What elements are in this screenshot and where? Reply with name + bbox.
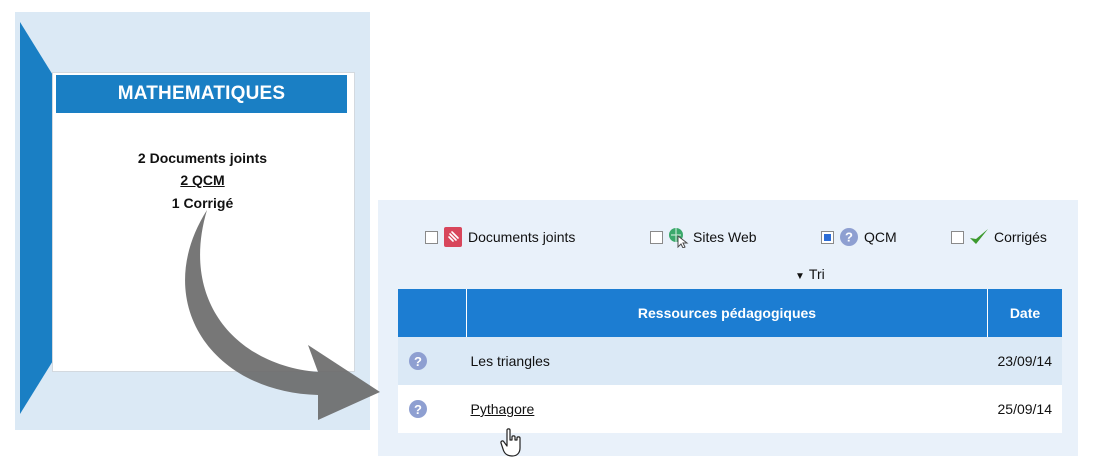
table-row[interactable]: ? Pythagore 25/09/14	[398, 385, 1062, 433]
attachment-icon	[442, 226, 464, 248]
sort-label: Tri	[808, 266, 825, 282]
question-icon: ?	[409, 352, 427, 370]
documents-count: 2 Documents joints	[137, 150, 268, 166]
filter-documents-checkbox[interactable]	[425, 230, 438, 244]
filter-qcm[interactable]: ? QCM	[821, 220, 897, 254]
resources-table: Ressources pédagogiques Date ? Les trian…	[398, 289, 1062, 433]
filter-sites-web-checkbox[interactable]	[650, 230, 663, 244]
filter-documents-label: Documents joints	[468, 229, 576, 245]
filter-sites-web[interactable]: Sites Web	[650, 220, 757, 254]
column-header-icon	[398, 289, 467, 337]
qcm-link[interactable]: 2 QCM	[180, 172, 224, 188]
resource-name[interactable]: Pythagore	[466, 385, 988, 433]
column-header-date[interactable]: Date	[987, 289, 1062, 337]
hand-cursor-icon	[500, 428, 521, 457]
sort-toggle[interactable]: ▼ Tri	[795, 266, 825, 282]
question-icon: ?	[409, 400, 427, 418]
filter-documents[interactable]: Documents joints	[425, 220, 575, 254]
resource-date: 23/09/14	[987, 337, 1062, 385]
filter-qcm-label: QCM	[864, 229, 897, 245]
filter-corriges-label: Corrigés	[994, 229, 1047, 245]
column-header-resources[interactable]: Ressources pédagogiques	[466, 289, 988, 337]
qcm-count[interactable]: 2 QCM	[52, 172, 353, 188]
subject-side-tab	[20, 22, 54, 414]
filter-bar: Documents joints Sites Web ? QCM Corrigé…	[378, 220, 1078, 254]
resource-name[interactable]: Les triangles	[466, 337, 988, 385]
globe-cursor-icon	[667, 226, 689, 249]
filter-sites-web-label: Sites Web	[693, 229, 757, 245]
filter-corriges[interactable]: Corrigés	[951, 220, 1047, 254]
subject-card	[52, 72, 355, 372]
sort-down-icon: ▼	[795, 271, 805, 282]
svg-text:?: ?	[845, 230, 853, 245]
checkmark-icon	[968, 226, 990, 248]
subject-title: MATHEMATIQUES	[56, 75, 347, 113]
corrige-count: 1 Corrigé	[171, 195, 234, 211]
table-row[interactable]: ? Les triangles 23/09/14	[398, 337, 1062, 385]
filter-qcm-checkbox[interactable]	[821, 230, 834, 244]
resource-link[interactable]: Pythagore	[471, 401, 535, 417]
table-header: Ressources pédagogiques Date	[398, 289, 1062, 337]
filter-corriges-checkbox[interactable]	[951, 230, 964, 244]
row-icon-cell: ?	[398, 337, 467, 385]
resource-date: 25/09/14	[987, 385, 1062, 433]
question-icon: ?	[838, 226, 860, 248]
row-icon-cell: ?	[398, 385, 467, 433]
